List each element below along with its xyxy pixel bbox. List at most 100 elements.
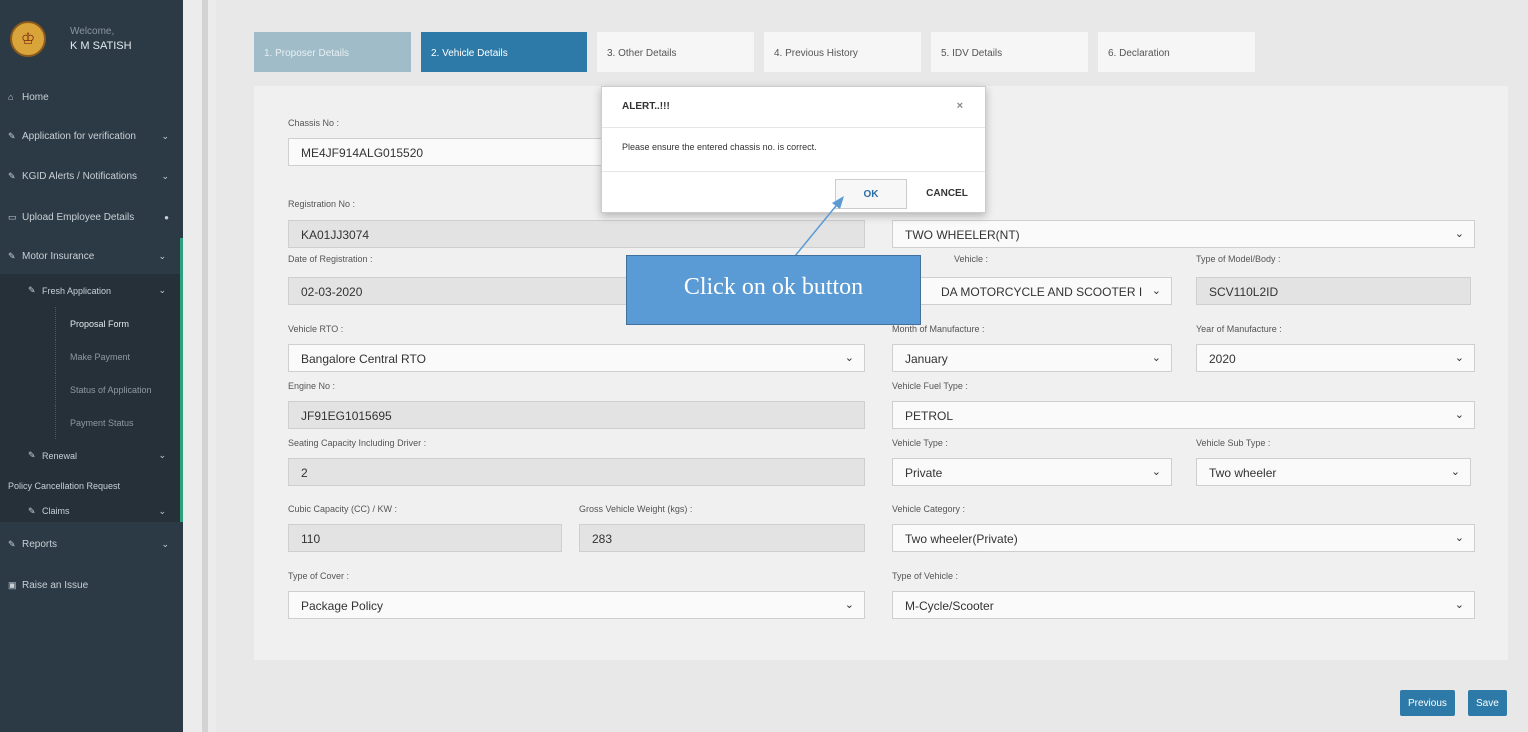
home-icon: ⌂ bbox=[8, 92, 14, 102]
cover-label: Type of Cover : bbox=[288, 571, 350, 581]
sidebar-item-application-verification[interactable]: ✎ Application for verification ⌄ bbox=[0, 116, 183, 156]
engine-label: Engine No : bbox=[288, 381, 336, 391]
alert-title: ALERT..!!! bbox=[622, 101, 670, 112]
sidebar-item-policy-cancellation[interactable]: Policy Cancellation Request bbox=[0, 472, 180, 500]
chevron-down-icon: ⌄ bbox=[158, 250, 166, 261]
registration-label: Registration No : bbox=[288, 199, 356, 209]
registration-input[interactable]: KA01JJ3074 bbox=[288, 220, 865, 248]
save-icon: ▣ bbox=[8, 579, 17, 590]
make-label: Vehicle : bbox=[954, 254, 989, 264]
edit-icon: ✎ bbox=[8, 170, 16, 181]
sidebar-item-upload-employee[interactable]: ▭ Upload Employee Details ● bbox=[0, 196, 183, 238]
chevron-down-icon: ⌄ bbox=[1454, 228, 1464, 240]
alert-header: ALERT..!!! × bbox=[602, 87, 985, 128]
chevron-down-icon: ⌄ bbox=[1450, 466, 1460, 478]
type-of-vehicle-label: Type of Vehicle : bbox=[892, 571, 959, 581]
sidebar-item-status-of-application[interactable]: Status of Application bbox=[0, 373, 180, 406]
user-name: K M SATISH bbox=[70, 40, 132, 52]
emblem-logo: ♔ bbox=[10, 21, 46, 57]
tab-proposer-details[interactable]: 1. Proposer Details bbox=[254, 32, 411, 72]
tab-declaration[interactable]: 6. Declaration bbox=[1098, 32, 1255, 72]
chassis-input[interactable]: ME4JF914ALG015520 bbox=[288, 138, 618, 166]
chevron-down-icon: ⌄ bbox=[1454, 352, 1464, 364]
vehicle-class-select[interactable]: TWO WHEELER(NT) ⌄ bbox=[892, 220, 1475, 248]
sidebar-item-payment-status[interactable]: Payment Status bbox=[0, 406, 180, 439]
sidebar-item-proposal-form[interactable]: Proposal Form bbox=[0, 307, 180, 340]
cover-select[interactable]: Package Policy ⌄ bbox=[288, 591, 865, 619]
sidebar-item-motor-insurance[interactable]: ✎ Motor Insurance ⌄ bbox=[0, 238, 180, 274]
type-of-vehicle-select[interactable]: M-Cycle/Scooter ⌄ bbox=[892, 591, 1475, 619]
tab-idv-details[interactable]: 5. IDV Details bbox=[931, 32, 1088, 72]
sidebar-item-raise-issue[interactable]: ▣ Raise an Issue bbox=[0, 566, 183, 604]
year-select[interactable]: 2020 ⌄ bbox=[1196, 344, 1475, 372]
chevron-down-icon: ⌄ bbox=[161, 130, 169, 141]
tab-previous-history[interactable]: 4. Previous History bbox=[764, 32, 921, 72]
gvw-input[interactable]: 283 bbox=[579, 524, 865, 552]
sidebar-item-claims[interactable]: ✎ Claims ⌄ bbox=[0, 500, 180, 522]
cancel-button[interactable]: CANCEL bbox=[910, 179, 984, 209]
step-tabs: 1. Proposer Details 2. Vehicle Details 3… bbox=[254, 32, 1255, 72]
fuel-select[interactable]: PETROL ⌄ bbox=[892, 401, 1475, 429]
seating-label: Seating Capacity Including Driver : bbox=[288, 438, 427, 448]
sidebar-item-reports[interactable]: ✎ Reports ⌄ bbox=[0, 522, 183, 566]
cc-input[interactable]: 110 bbox=[288, 524, 562, 552]
edit-icon: ✎ bbox=[8, 250, 16, 261]
month-select[interactable]: January ⌄ bbox=[892, 344, 1172, 372]
chevron-down-icon: ⌄ bbox=[1151, 466, 1161, 478]
reg-date-label: Date of Registration : bbox=[288, 254, 373, 264]
vehicle-sub-type-select[interactable]: Two wheeler ⌄ bbox=[1196, 458, 1471, 486]
edit-icon: ✎ bbox=[28, 285, 36, 295]
month-label: Month of Manufacture : bbox=[892, 324, 985, 334]
chevron-down-icon: ⌄ bbox=[1151, 285, 1161, 297]
cc-label: Cubic Capacity (CC) / KW : bbox=[288, 504, 398, 514]
vehicle-category-select[interactable]: Two wheeler(Private) ⌄ bbox=[892, 524, 1475, 552]
rto-label: Vehicle RTO : bbox=[288, 324, 344, 334]
sidebar-item-fresh-application[interactable]: ✎ Fresh Application ⌄ bbox=[0, 274, 180, 307]
vehicle-sub-type-label: Vehicle Sub Type : bbox=[1196, 438, 1271, 448]
sidebar-scrollbar[interactable] bbox=[183, 0, 216, 732]
vehicle-category-label: Vehicle Category : bbox=[892, 504, 966, 514]
edit-icon: ✎ bbox=[28, 505, 36, 516]
save-button[interactable]: Save bbox=[1468, 690, 1507, 716]
rto-select[interactable]: Bangalore Central RTO ⌄ bbox=[288, 344, 865, 372]
gvw-label: Gross Vehicle Weight (kgs) : bbox=[579, 504, 693, 514]
chevron-down-icon: ⌄ bbox=[1454, 532, 1464, 544]
chevron-down-icon: ⌄ bbox=[1454, 599, 1464, 611]
alert-message: Please ensure the entered chassis no. is… bbox=[602, 128, 985, 172]
chevron-down-icon: ⌄ bbox=[161, 170, 169, 181]
edit-icon: ✎ bbox=[28, 450, 36, 460]
chevron-down-icon: ⌄ bbox=[1151, 352, 1161, 364]
engine-input[interactable]: JF91EG1015695 bbox=[288, 401, 865, 429]
tab-vehicle-details[interactable]: 2. Vehicle Details bbox=[421, 32, 587, 72]
model-label: Type of Model/Body : bbox=[1196, 254, 1281, 264]
alert-dialog: ALERT..!!! × Please ensure the entered c… bbox=[601, 86, 986, 213]
chevron-down-icon: ⌄ bbox=[1454, 409, 1464, 421]
chevron-down-icon: ⌄ bbox=[161, 538, 169, 549]
edit-icon: ✎ bbox=[8, 130, 16, 141]
chevron-down-icon: ⌄ bbox=[844, 599, 854, 611]
sidebar-item-make-payment[interactable]: Make Payment bbox=[0, 340, 180, 373]
seating-input[interactable]: 2 bbox=[288, 458, 865, 486]
dot-icon: ● bbox=[164, 212, 169, 222]
sidebar-item-home[interactable]: ⌂ Home bbox=[0, 78, 183, 116]
monitor-icon: ▭ bbox=[8, 211, 17, 222]
chevron-down-icon: ⌄ bbox=[158, 450, 166, 460]
chevron-down-icon: ⌄ bbox=[844, 352, 854, 364]
instruction-callout: Click on ok button bbox=[626, 255, 921, 325]
ok-button[interactable]: OK bbox=[835, 179, 907, 209]
vehicle-type-label: Vehicle Type : bbox=[892, 438, 948, 448]
previous-button[interactable]: Previous bbox=[1400, 690, 1455, 716]
chevron-down-icon: ⌄ bbox=[158, 285, 166, 295]
motor-insurance-group: ✎ Motor Insurance ⌄ ✎ Fresh Application ⌄ Pr… bbox=[0, 238, 183, 522]
close-icon[interactable]: × bbox=[957, 100, 963, 112]
vehicle-type-select[interactable]: Private ⌄ bbox=[892, 458, 1172, 486]
make-select[interactable]: DA MOTORCYCLE AND SCOOTER I ⌄ bbox=[892, 277, 1172, 305]
sidebar-item-renewal[interactable]: ✎ Renewal ⌄ bbox=[0, 439, 180, 472]
model-input[interactable]: SCV110L2ID bbox=[1196, 277, 1471, 305]
edit-icon: ✎ bbox=[8, 538, 16, 549]
sidebar-item-kgid-alerts[interactable]: ✎ KGID Alerts / Notifications ⌄ bbox=[0, 156, 183, 196]
chevron-down-icon: ⌄ bbox=[158, 505, 166, 516]
user-block: ♔ Welcome, K M SATISH bbox=[0, 0, 183, 78]
year-label: Year of Manufacture : bbox=[1196, 324, 1282, 334]
tab-other-details[interactable]: 3. Other Details bbox=[597, 32, 754, 72]
